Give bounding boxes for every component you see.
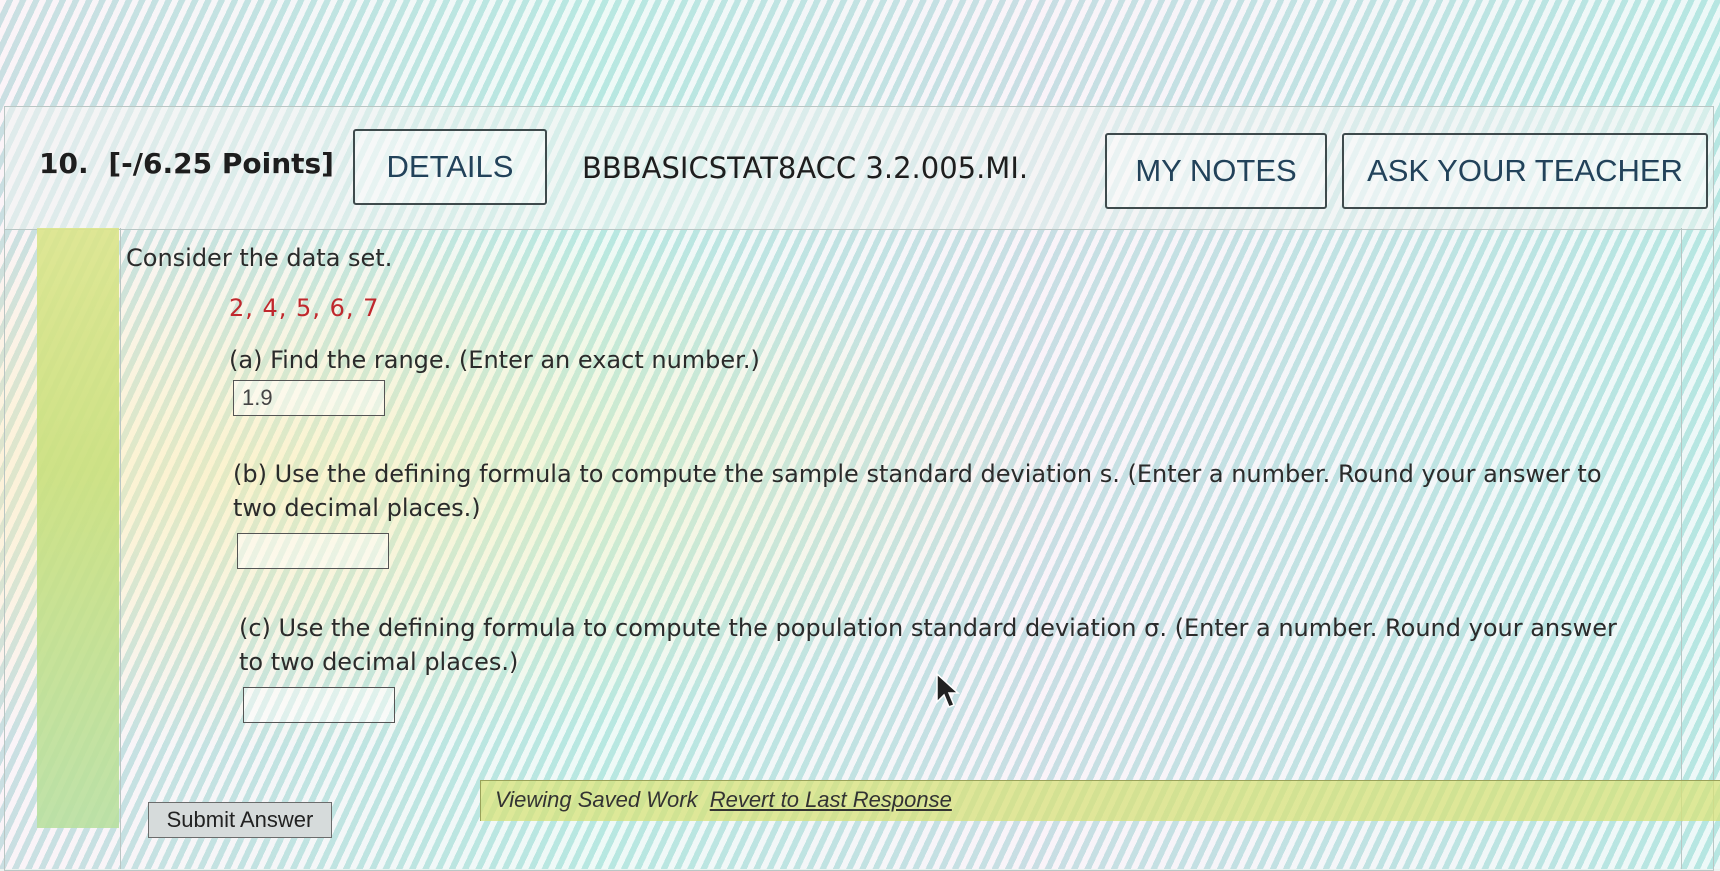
question-header: 10. [-/6.25 Points] DETAILS BBBASICSTAT8… — [5, 107, 1713, 230]
details-button[interactable]: DETAILS — [353, 129, 547, 205]
revert-link[interactable]: Revert to Last Response — [710, 787, 952, 812]
my-notes-button[interactable]: MY NOTES — [1105, 133, 1327, 209]
part-a-answer-input[interactable] — [233, 380, 385, 416]
question-number-points: 10. [-/6.25 Points] — [39, 147, 334, 180]
mouse-cursor-icon — [936, 672, 960, 708]
saved-work-bar: Viewing Saved Work Revert to Last Respon… — [480, 780, 1720, 821]
part-a-prompt: (a) Find the range. (Enter an exact numb… — [229, 346, 760, 374]
question-footer: Viewing Saved Work Revert to Last Respon… — [120, 780, 1720, 868]
ask-your-teacher-button[interactable]: ASK YOUR TEACHER — [1342, 133, 1708, 209]
part-c-answer-input[interactable] — [243, 687, 395, 723]
part-b-prompt-line1: (b) Use the defining formula to compute … — [233, 460, 1602, 488]
question-status-bar — [37, 228, 119, 828]
question-body: Consider the data set. 2, 4, 5, 6, 7 (a)… — [120, 228, 1682, 869]
dataset-values: 2, 4, 5, 6, 7 — [229, 294, 380, 322]
part-b-prompt-line2: two decimal places.) — [233, 494, 481, 522]
points-label: [-/6.25 Points] — [108, 147, 334, 180]
part-c-prompt-line2: to two decimal places.) — [239, 648, 519, 676]
question-number: 10. — [39, 147, 89, 180]
intro-text: Consider the data set. — [126, 244, 393, 272]
part-c-prompt-line1: (c) Use the defining formula to compute … — [239, 614, 1617, 642]
saved-work-text: Viewing Saved Work Revert to Last Respon… — [495, 787, 952, 813]
saved-status: Viewing Saved Work — [495, 787, 698, 812]
submit-answer-button[interactable]: Submit Answer — [148, 802, 332, 838]
part-b-answer-input[interactable] — [237, 533, 389, 569]
question-code: BBBASICSTAT8ACC 3.2.005.MI. — [582, 151, 1029, 185]
